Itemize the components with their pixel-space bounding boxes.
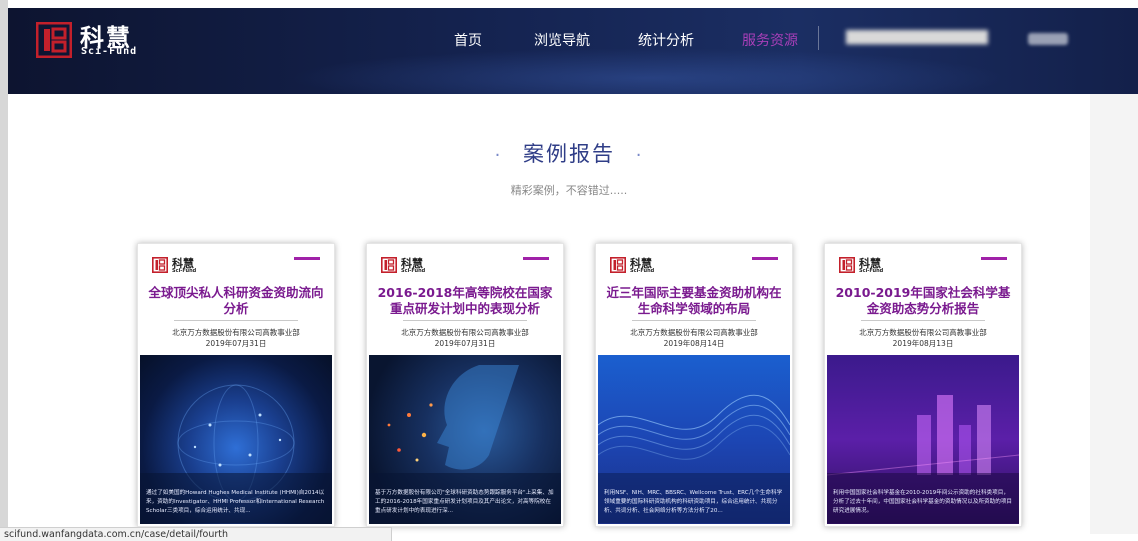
card-divider	[861, 320, 985, 321]
card-org-name: 北京万方数据股份有限公司高教事业部	[401, 328, 529, 337]
card-cover-image[interactable]: 通过了如美国的Howard Hughes Medical Institute (…	[140, 355, 332, 524]
card-brand-sub: Sci-Fund	[401, 268, 426, 274]
card-date: 2019年07月31日	[434, 339, 496, 348]
card-accent-bar	[294, 257, 320, 260]
card-title[interactable]: 2010-2019年国家社会科学基金资助态势分析报告	[831, 285, 1015, 317]
card-divider	[632, 320, 756, 321]
card-logo-icon	[610, 257, 626, 273]
card-accent-bar	[523, 257, 549, 260]
nav-browse[interactable]: 浏览导航	[534, 30, 590, 50]
brand-logo-icon[interactable]	[36, 22, 72, 58]
case-card[interactable]: 科慧 Sci-Fund 2016-2018年高等院校在国家重点研发计划中的表现分…	[366, 243, 564, 527]
card-logo-icon	[152, 257, 168, 273]
card-title[interactable]: 全球顶尖私人科研资金资助流向分析	[144, 285, 328, 317]
card-title[interactable]: 2016-2018年高等院校在国家重点研发计划中的表现分析	[373, 285, 557, 317]
card-brand-sub: Sci-Fund	[630, 268, 655, 274]
brand-subtitle: Sci-Fund	[81, 46, 138, 57]
nav-services[interactable]: 服务资源	[742, 30, 798, 50]
card-accent-bar	[752, 257, 778, 260]
card-title[interactable]: 近三年国际主要基金资助机构在生命科学领域的布局	[602, 285, 786, 317]
card-org-name: 北京万方数据股份有限公司高教事业部	[859, 328, 987, 337]
card-org: 北京万方数据股份有限公司高教事业部 2019年08月13日	[829, 327, 1017, 349]
header-glow	[288, 48, 1008, 94]
nav-divider	[818, 26, 819, 50]
redacted-org-name: █████████████████	[846, 30, 988, 45]
card-description: 利用中国国家社会科学基金在2010-2019年间公示资助的社科类项目，分析了过去…	[833, 490, 1013, 514]
card-cover-image[interactable]: 基于万方数据股份有限公司"全球科研资助态势跟踪服务平台"上采集、加工的2016-…	[369, 355, 561, 524]
card-date: 2019年08月14日	[663, 339, 725, 348]
section-title: · 案例报告 ·	[0, 138, 1138, 168]
card-description: 基于万方数据股份有限公司"全球科研资助态势跟踪服务平台"上采集、加工的2016-…	[375, 490, 554, 514]
nav-statistics[interactable]: 统计分析	[638, 30, 694, 50]
card-org-name: 北京万方数据股份有限公司高教事业部	[630, 328, 758, 337]
card-brand-sub: Sci-Fund	[859, 268, 884, 274]
card-org: 北京万方数据股份有限公司高教事业部 2019年07月31日	[371, 327, 559, 349]
card-org-name: 北京万方数据股份有限公司高教事业部	[172, 328, 300, 337]
card-accent-bar	[981, 257, 1007, 260]
card-date: 2019年07月31日	[205, 339, 267, 348]
case-card[interactable]: 科慧 Sci-Fund 2010-2019年国家社会科学基金资助态势分析报告 北…	[824, 243, 1022, 527]
card-description: 利用NSF、NIH、MRC、BBSRC、Wellcome Trust、ERC几个…	[604, 490, 783, 514]
nav-home[interactable]: 首页	[454, 30, 482, 50]
title-dot-left: ·	[494, 145, 503, 166]
card-cover-image[interactable]: 利用NSF、NIH、MRC、BBSRC、Wellcome Trust、ERC几个…	[598, 355, 790, 524]
redacted-user[interactable]	[1028, 33, 1068, 45]
section-subtitle: 精彩案例，不容错过.....	[510, 184, 628, 197]
card-logo-icon	[839, 257, 855, 273]
card-cover-image[interactable]: 利用中国国家社会科学基金在2010-2019年间公示资助的社科类项目，分析了过去…	[827, 355, 1019, 524]
card-divider	[174, 320, 298, 321]
case-card[interactable]: 科慧 Sci-Fund 全球顶尖私人科研资金资助流向分析 北京万方数据股份有限公…	[137, 243, 335, 527]
card-description: 通过了如美国的Howard Hughes Medical Institute (…	[146, 490, 325, 514]
section-title-text: 案例报告	[523, 142, 615, 166]
card-logo-icon	[381, 257, 397, 273]
card-divider	[403, 320, 527, 321]
card-org: 北京万方数据股份有限公司高教事业部 2019年08月14日	[600, 327, 788, 349]
case-card[interactable]: 科慧 Sci-Fund 近三年国际主要基金资助机构在生命科学领域的布局 北京万方…	[595, 243, 793, 527]
browser-viewport: 科慧 Sci-Fund 首页 浏览导航 统计分析 服务资源 ██████████…	[0, 0, 1138, 541]
site-header: 科慧 Sci-Fund 首页 浏览导航 统计分析 服务资源 ██████████…	[8, 8, 1138, 94]
status-bar-url: scifund.wanfangdata.com.cn/case/detail/f…	[0, 527, 392, 541]
card-date: 2019年08月13日	[892, 339, 954, 348]
window-edge	[0, 0, 8, 541]
card-org: 北京万方数据股份有限公司高教事业部 2019年07月31日	[142, 327, 330, 349]
title-dot-right: ·	[635, 145, 644, 166]
card-brand-sub: Sci-Fund	[172, 268, 197, 274]
